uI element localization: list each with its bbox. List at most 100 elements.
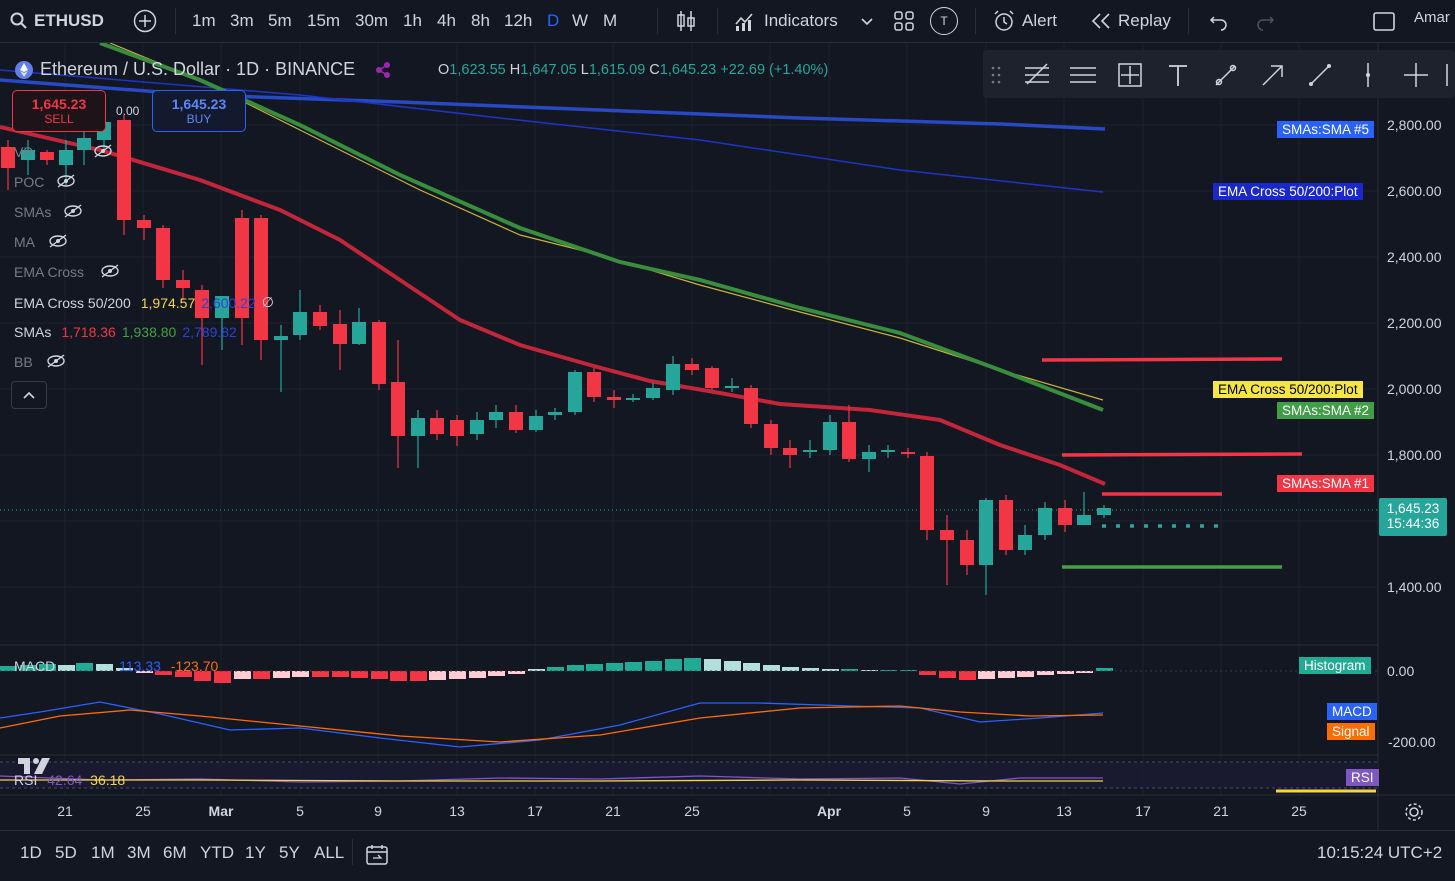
macd-legend[interactable]: MACD 113.33 -123.70 (14, 658, 218, 674)
candle-down (960, 540, 974, 565)
templates-button[interactable] (893, 0, 915, 42)
flag-icon[interactable] (373, 60, 393, 80)
ema-cross-label: EMA Cross 50/200 (14, 294, 131, 311)
macd-histogram-bar (880, 670, 897, 671)
vp-label: VP (14, 144, 33, 160)
range-ytd[interactable]: YTD (200, 843, 234, 863)
interval-4h[interactable]: 4h (437, 0, 456, 42)
interval-M[interactable]: M (603, 0, 617, 42)
layout-button[interactable] (1372, 0, 1396, 42)
range-1m[interactable]: 1M (91, 843, 115, 863)
candle-down (1058, 508, 1072, 525)
candle-up (1018, 535, 1032, 550)
macd-histogram-bar (704, 659, 721, 671)
range-all[interactable]: ALL (314, 843, 344, 863)
arrow-tool-icon[interactable] (1258, 60, 1288, 90)
measure-icon[interactable] (1115, 60, 1145, 90)
h-label: H (509, 62, 521, 78)
legend-ema-cross-hidden[interactable]: EMA Cross (14, 264, 84, 280)
candle-down (685, 364, 699, 370)
eye-off-icon[interactable] (92, 143, 114, 159)
divider (717, 8, 718, 34)
legend-vp[interactable]: VP (14, 144, 33, 160)
candle-down (587, 372, 601, 397)
legend-poc[interactable]: POC (14, 174, 44, 190)
collapse-legend-button[interactable] (11, 381, 47, 409)
interval-15m[interactable]: 15m (307, 0, 340, 42)
interval-1m[interactable]: 1m (192, 0, 216, 42)
range-5d[interactable]: 5D (55, 843, 77, 863)
candle-down (705, 368, 719, 388)
macd-histogram-bar (234, 671, 251, 679)
sell-button[interactable]: 1,645.23 SELL (12, 90, 106, 132)
price-tick: 1,400.00 (1387, 579, 1442, 595)
date-range-icon[interactable] (365, 843, 389, 867)
crosshair-icon[interactable] (1401, 60, 1431, 90)
interval-3m[interactable]: 3m (230, 0, 254, 42)
candle-down (901, 452, 915, 454)
t-badge-button[interactable]: T (930, 0, 958, 42)
more-tools-icon[interactable] (1443, 60, 1455, 90)
macd-histogram-bar (900, 670, 917, 671)
interval-8h[interactable]: 8h (471, 0, 490, 42)
square-icon (1373, 12, 1395, 31)
current-price: 1,645.23 (1386, 501, 1440, 516)
eye-off-icon[interactable] (99, 263, 121, 279)
tradingview-logo[interactable] (16, 754, 56, 778)
vertical-line-icon[interactable] (1353, 60, 1383, 90)
interval-5m[interactable]: 5m (268, 0, 292, 42)
candle-down (333, 324, 347, 344)
legend-ema-cross[interactable]: EMA Cross 50/200 1,974.57 2,600.22 ∅ (14, 294, 274, 311)
settings-gear-icon[interactable] (1403, 801, 1425, 823)
chart-type-button[interactable] (675, 0, 697, 42)
interval-W[interactable]: W (572, 0, 588, 42)
tag-histogram: Histogram (1299, 657, 1371, 674)
undo-button[interactable] (1208, 0, 1230, 42)
indicators-dropdown[interactable] (860, 0, 874, 42)
buy-button[interactable]: 1,645.23 BUY (152, 90, 246, 132)
price-chart[interactable] (0, 43, 1455, 830)
horizontal-lines-icon[interactable] (1068, 60, 1098, 90)
interval-1h[interactable]: 1h (403, 0, 422, 42)
candle-up (666, 364, 680, 390)
replay-button[interactable]: Replay (1090, 0, 1171, 42)
range-3m[interactable]: 3M (127, 843, 151, 863)
alert-button[interactable]: Alert (992, 0, 1057, 42)
text-tool-icon[interactable] (1163, 60, 1193, 90)
time-tick: 25 (684, 803, 700, 819)
undo-icon (1209, 16, 1227, 31)
legend-ma[interactable]: MA (14, 234, 35, 250)
symbol-search[interactable]: ETHUSD (10, 0, 104, 42)
user-name[interactable]: Amar (1414, 0, 1450, 38)
divider (975, 8, 976, 34)
candle-down (450, 420, 464, 436)
candle-down (744, 388, 758, 424)
time-tick: 13 (1056, 803, 1072, 819)
range-1y[interactable]: 1Y (245, 843, 266, 863)
eye-off-icon[interactable] (45, 353, 67, 369)
trend-line-icon[interactable] (1305, 60, 1335, 90)
eye-off-icon[interactable] (47, 233, 69, 249)
range-5y[interactable]: 5Y (279, 843, 300, 863)
drag-handle-icon[interactable] (989, 60, 1003, 90)
interval-30m[interactable]: 30m (355, 0, 388, 42)
legend-bb[interactable]: BB (14, 354, 33, 370)
compare-button[interactable] (133, 0, 157, 42)
price-tick: 2,200.00 (1387, 315, 1442, 331)
indicators-button[interactable]: Indicators (734, 0, 838, 42)
clock[interactable]: 10:15:24 UTC+2 (1317, 843, 1442, 863)
brush-icon[interactable] (1211, 60, 1241, 90)
interval-12h[interactable]: 12h (504, 0, 532, 42)
eye-off-icon[interactable] (62, 203, 84, 219)
redo-button[interactable] (1254, 0, 1276, 42)
legend-smas-hidden[interactable]: SMAs (14, 204, 51, 220)
tag-ema-plot-blue: EMA Cross 50/200:Plot (1213, 183, 1363, 200)
macd-histogram-bar (567, 665, 584, 671)
range-1d[interactable]: 1D (20, 843, 42, 863)
range-6m[interactable]: 6M (163, 843, 187, 863)
eye-off-icon[interactable] (55, 173, 77, 189)
legend-smas[interactable]: SMAs 1,718.36 1,938.80 2,789.82 (14, 324, 237, 340)
interval-D[interactable]: D (547, 0, 559, 42)
fib-levels-icon[interactable] (1021, 60, 1051, 90)
macd-histogram-bar (488, 671, 505, 676)
